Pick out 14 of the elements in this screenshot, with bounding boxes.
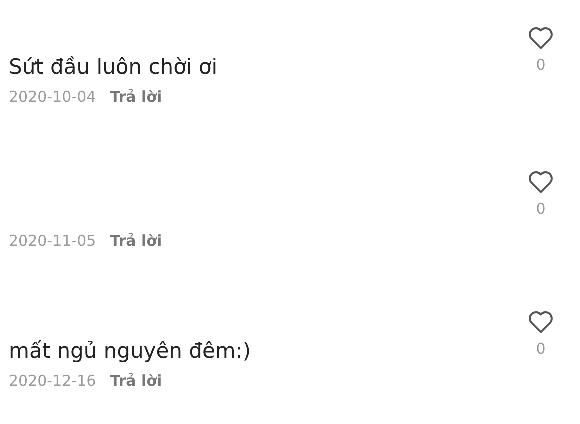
like-count: 0: [536, 56, 546, 74]
reply-link[interactable]: Trả lời: [110, 232, 162, 250]
heart-icon[interactable]: [528, 170, 554, 194]
comment-date: 2020-12-16: [9, 372, 96, 390]
reply-link[interactable]: Trả lời: [110, 372, 162, 390]
reply-link[interactable]: Trả lời: [110, 88, 162, 106]
heart-icon[interactable]: [528, 310, 554, 334]
like-count: 0: [536, 340, 546, 358]
like-count: 0: [536, 200, 546, 218]
comment-date: 2020-11-05: [9, 232, 96, 250]
comment-text: Sứt đầu luôn chời ơi: [9, 54, 218, 81]
comment-text: mất ngủ nguyên đêm:): [9, 338, 252, 365]
comment-date: 2020-10-04: [9, 88, 96, 106]
heart-icon[interactable]: [528, 26, 554, 50]
